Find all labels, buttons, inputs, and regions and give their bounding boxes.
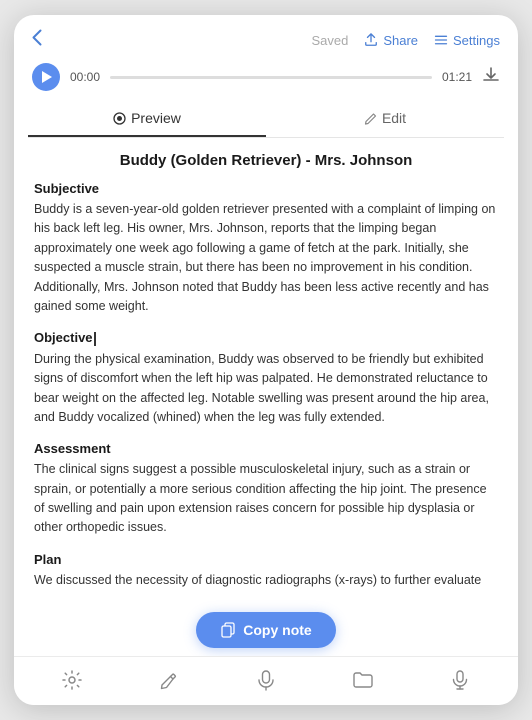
saved-label: Saved — [311, 33, 348, 48]
audio-time-start: 00:00 — [70, 70, 100, 84]
nav-folder-button[interactable] — [352, 669, 374, 691]
play-icon — [42, 71, 52, 83]
section-objective: Objective During the physical examinatio… — [34, 330, 498, 427]
header: Saved Share Settings — [14, 15, 518, 57]
tab-edit[interactable]: Edit — [266, 101, 504, 137]
share-button[interactable]: Share — [364, 33, 418, 48]
share-label: Share — [383, 33, 418, 48]
app-card: Saved Share Settings 00:00 01:21 — [14, 15, 518, 705]
settings-label: Settings — [453, 33, 500, 48]
nav-edit-button[interactable] — [158, 669, 180, 691]
copy-icon — [220, 622, 236, 638]
section-assessment: Assessment The clinical signs suggest a … — [34, 441, 498, 538]
copy-note-label: Copy note — [243, 622, 311, 638]
audio-progress-bar[interactable] — [110, 76, 432, 79]
section-assessment-heading: Assessment — [34, 441, 498, 456]
nav-settings-button[interactable] — [61, 669, 83, 691]
section-subjective-body: Buddy is a seven-year-old golden retriev… — [34, 200, 498, 316]
section-plan: Plan We discussed the necessity of diagn… — [34, 552, 498, 590]
section-objective-heading: Objective — [34, 330, 498, 346]
document-content: Buddy (Golden Retriever) - Mrs. Johnson … — [14, 138, 518, 656]
play-button[interactable] — [32, 63, 60, 91]
bottom-nav — [14, 656, 518, 705]
settings-button[interactable]: Settings — [434, 33, 500, 48]
section-assessment-body: The clinical signs suggest a possible mu… — [34, 460, 498, 538]
section-objective-body: During the physical examination, Buddy w… — [34, 350, 498, 428]
copy-note-container: Copy note — [14, 602, 518, 656]
nav-mic-button[interactable] — [255, 669, 277, 691]
section-plan-body: We discussed the necessity of diagnostic… — [34, 571, 498, 590]
section-subjective-heading: Subjective — [34, 181, 498, 196]
nav-microphone-button[interactable] — [449, 669, 471, 691]
section-plan-heading: Plan — [34, 552, 498, 567]
back-button[interactable] — [32, 29, 42, 51]
audio-time-end: 01:21 — [442, 70, 472, 84]
tab-edit-label: Edit — [382, 110, 406, 126]
text-cursor — [94, 332, 96, 346]
tab-bar: Preview Edit — [28, 101, 504, 138]
download-button[interactable] — [482, 66, 500, 89]
document-title: Buddy (Golden Retriever) - Mrs. Johnson — [34, 152, 498, 169]
tab-preview[interactable]: Preview — [28, 101, 266, 137]
copy-note-button[interactable]: Copy note — [196, 612, 335, 648]
audio-player: 00:00 01:21 — [14, 57, 518, 101]
section-subjective: Subjective Buddy is a seven-year-old gol… — [34, 181, 498, 316]
tab-preview-label: Preview — [131, 110, 181, 126]
